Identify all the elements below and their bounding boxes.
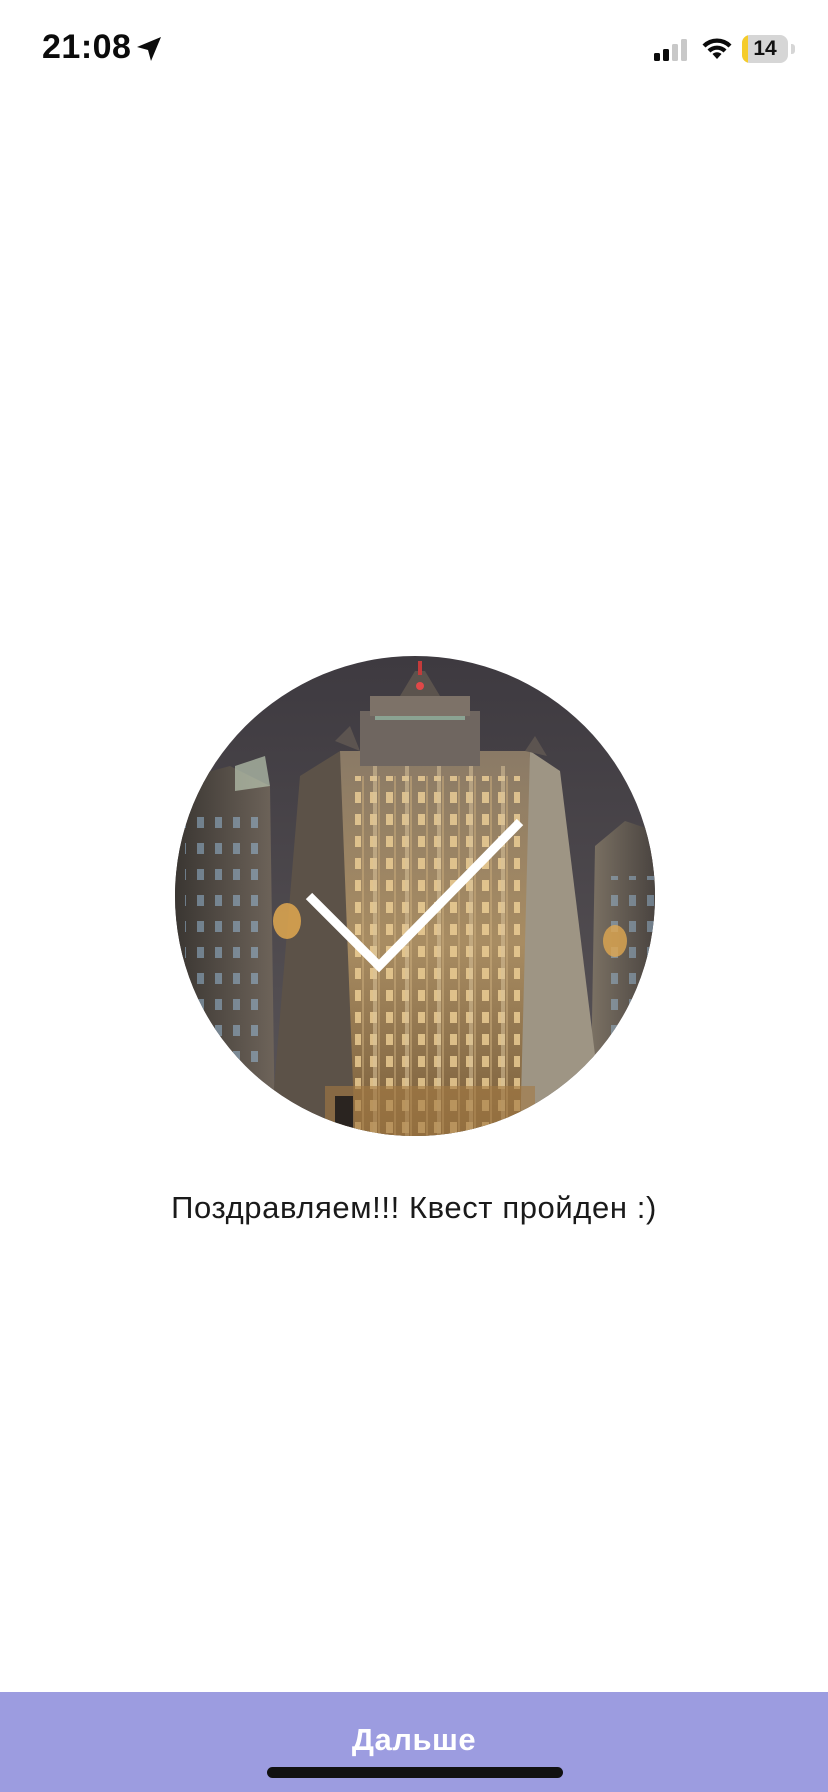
location-arrow-icon bbox=[137, 37, 161, 61]
cellular-signal-icon bbox=[654, 39, 687, 61]
building-illustration bbox=[175, 656, 655, 1136]
status-time: 21:08 bbox=[42, 28, 132, 66]
completion-message: Поздравляем!!! Квест пройден :) bbox=[171, 1190, 657, 1225]
battery-level: 14 bbox=[753, 37, 777, 60]
wifi-icon bbox=[702, 38, 732, 59]
battery-cap bbox=[791, 44, 795, 54]
next-button-label: Дальше bbox=[351, 1722, 477, 1757]
home-indicator[interactable] bbox=[267, 1767, 563, 1778]
status-bar: 21:08 14 bbox=[0, 0, 828, 100]
quest-photo bbox=[175, 656, 655, 1136]
battery-icon: 14 bbox=[742, 35, 788, 63]
